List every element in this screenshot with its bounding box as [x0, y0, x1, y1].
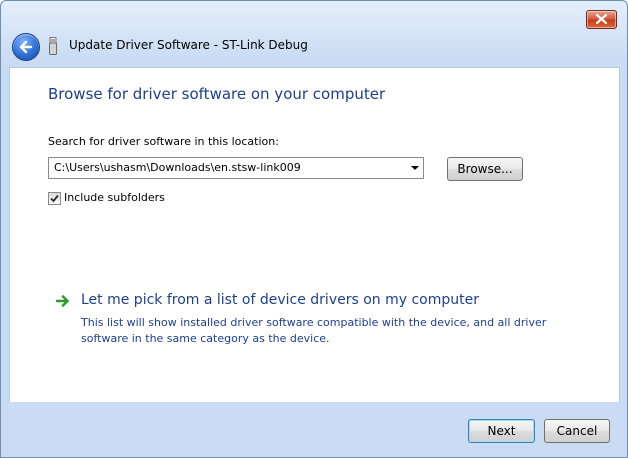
- dialog-header: Update Driver Software - ST-Link Debug: [9, 32, 619, 66]
- close-button[interactable]: [586, 10, 617, 29]
- next-button[interactable]: Next: [468, 419, 535, 443]
- search-location-label: Search for driver software in this locat…: [48, 135, 279, 148]
- dropdown-arrow-icon[interactable]: [411, 166, 419, 170]
- checkmark-icon: [50, 194, 59, 203]
- include-subfolders-checkbox[interactable]: [48, 192, 61, 205]
- cancel-button[interactable]: Cancel: [544, 419, 610, 443]
- window-title: Update Driver Software - ST-Link Debug: [69, 38, 308, 52]
- dialog-window: Update Driver Software - ST-Link Debug B…: [0, 0, 628, 458]
- back-button[interactable]: [12, 33, 40, 61]
- driver-location-combobox[interactable]: C:\Users\ushasm\Downloads\en.stsw-link00…: [48, 157, 424, 179]
- content-panel: Browse for driver software on your compu…: [9, 67, 620, 402]
- page-heading: Browse for driver software on your compu…: [48, 85, 386, 103]
- green-arrow-icon: [56, 295, 69, 307]
- back-arrow-icon: [19, 40, 33, 54]
- pick-from-list-description: This list will show installed driver sof…: [81, 316, 547, 345]
- close-icon: [596, 14, 607, 24]
- browse-button[interactable]: Browse...: [447, 157, 523, 181]
- driver-location-value: C:\Users\ushasm\Downloads\en.stsw-link00…: [54, 161, 301, 174]
- pick-from-list-link[interactable]: Let me pick from a list of device driver…: [81, 292, 479, 308]
- include-subfolders-label[interactable]: Include subfolders: [64, 191, 165, 204]
- device-icon: [49, 37, 57, 55]
